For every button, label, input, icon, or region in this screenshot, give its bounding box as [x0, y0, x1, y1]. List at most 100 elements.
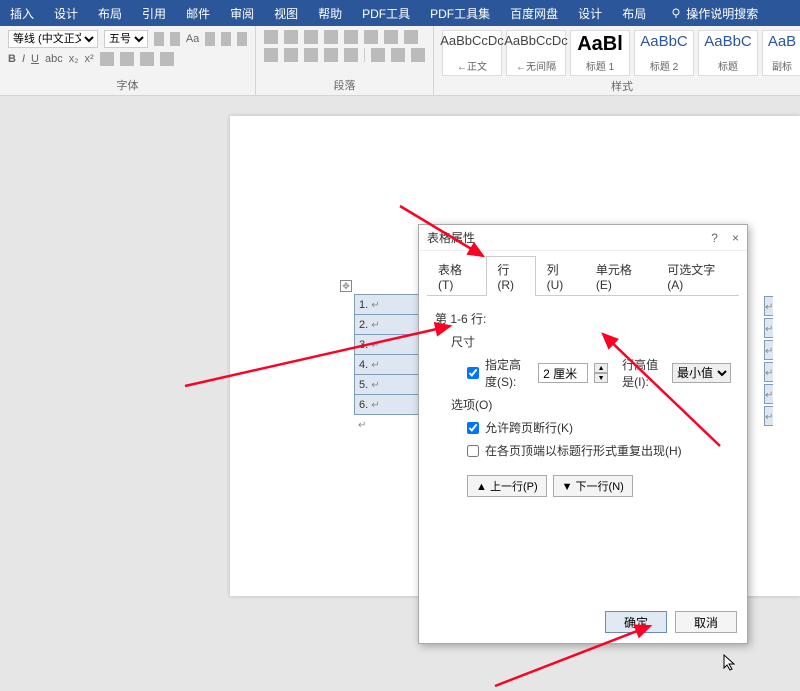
allow-break-checkbox[interactable]: [467, 422, 479, 434]
table-move-handle[interactable]: ✥: [340, 280, 352, 292]
text-effects-icon[interactable]: [100, 52, 114, 66]
menu-review[interactable]: 审阅: [220, 0, 264, 26]
char-shading-icon[interactable]: [160, 52, 174, 66]
dialog-titlebar[interactable]: 表格属性 ? ×: [419, 225, 747, 251]
tab-alt-text[interactable]: 可选文字(A): [656, 256, 739, 296]
document-area: ✥ 1. ↵ 2. ↵ 3. ↵ 4. ↵ 5. ↵ 6. ↵ ↵ ↵↵↵↵↵↵…: [0, 96, 800, 595]
numbering-icon[interactable]: [284, 30, 298, 44]
next-row-button[interactable]: ▼ 下一行(N): [553, 475, 633, 497]
align-center-icon[interactable]: [284, 48, 298, 62]
group-font: 等线 (中文正文) 五号 Aa B I U abc x₂ x²: [0, 26, 256, 95]
ok-button[interactable]: 确定: [605, 611, 667, 633]
cancel-button[interactable]: 取消: [675, 611, 737, 633]
style-heading1[interactable]: AaBl标题 1: [570, 30, 630, 76]
phonetic-guide-icon[interactable]: [221, 32, 231, 46]
superscript-button[interactable]: x²: [85, 53, 94, 65]
align-right-icon[interactable]: [304, 48, 318, 62]
allow-break-label: 允许跨页断行(K): [485, 419, 573, 436]
menu-design-2[interactable]: 设计: [568, 0, 612, 26]
tell-me-label: 操作说明搜索: [686, 5, 758, 22]
borders-icon[interactable]: [411, 48, 425, 62]
style-heading2[interactable]: AaBbC标题 2: [634, 30, 694, 76]
menu-help[interactable]: 帮助: [308, 0, 352, 26]
menu-design[interactable]: 设计: [44, 0, 88, 26]
subscript-button[interactable]: x₂: [69, 53, 79, 65]
menu-layout[interactable]: 布局: [88, 0, 132, 26]
table-properties-dialog: 表格属性 ? × 表格(T) 行(R) 列(U) 单元格(E) 可选文字(A) …: [418, 224, 748, 644]
tab-column[interactable]: 列(U): [536, 256, 585, 296]
menu-bar: 插入 设计 布局 引用 邮件 审阅 视图 帮助 PDF工具 PDF工具集 百度网…: [0, 0, 800, 26]
group-styles-label: 样式: [442, 78, 800, 94]
row-height-input[interactable]: [538, 363, 588, 383]
font-size-select[interactable]: 五号: [104, 30, 148, 48]
menu-mailings[interactable]: 邮件: [176, 0, 220, 26]
justify-icon[interactable]: [324, 48, 338, 62]
highlight-icon[interactable]: [120, 52, 134, 66]
menu-pdf-tools[interactable]: PDF工具: [352, 0, 420, 26]
style-title[interactable]: AaBbC标题: [698, 30, 758, 76]
tab-row[interactable]: 行(R): [486, 256, 535, 296]
distribute-icon[interactable]: [344, 48, 358, 62]
group-paragraph-label: 段落: [264, 77, 425, 93]
dialog-help-button[interactable]: ?: [711, 231, 718, 245]
tell-me-search[interactable]: 操作说明搜索: [660, 0, 768, 26]
menu-layout-2[interactable]: 布局: [612, 0, 656, 26]
tab-cell[interactable]: 单元格(E): [585, 256, 656, 296]
decrease-indent-icon[interactable]: [324, 30, 338, 44]
ltr-icon[interactable]: [384, 30, 398, 44]
style-subtitle[interactable]: AaB副标: [762, 30, 800, 76]
menu-references[interactable]: 引用: [132, 0, 176, 26]
style-no-spacing[interactable]: AaBbCcDc←无间隔: [506, 30, 566, 76]
cursor-icon: [723, 654, 737, 672]
font-color-icon[interactable]: [140, 52, 154, 66]
underline-button[interactable]: U: [31, 53, 39, 65]
repeat-header-label: 在各页顶端以标题行形式重复出现(H): [485, 442, 682, 459]
bullets-icon[interactable]: [264, 30, 278, 44]
change-case-icon[interactable]: Aa: [186, 33, 199, 45]
increase-font-icon[interactable]: [154, 32, 164, 46]
rows-range-label: 第 1-6 行:: [435, 310, 731, 327]
increase-indent-icon[interactable]: [344, 30, 358, 44]
bulb-icon: [670, 7, 682, 19]
sort-icon[interactable]: [364, 30, 378, 44]
ribbon: 等线 (中文正文) 五号 Aa B I U abc x₂ x²: [0, 26, 800, 96]
specify-height-checkbox[interactable]: [467, 367, 479, 379]
style-normal[interactable]: AaBbCcDc←正文: [442, 30, 502, 76]
font-name-select[interactable]: 等线 (中文正文): [8, 30, 98, 48]
menu-baidu-netdisk[interactable]: 百度网盘: [500, 0, 568, 26]
repeat-header-checkbox[interactable]: [467, 445, 479, 457]
height-spin-down[interactable]: ▼: [594, 373, 608, 383]
group-font-label: 字体: [8, 77, 247, 93]
group-styles: AaBbCcDc←正文 AaBbCcDc←无间隔 AaBl标题 1 AaBbC标…: [434, 26, 800, 95]
dialog-close-button[interactable]: ×: [732, 231, 739, 245]
strike-button[interactable]: abc: [45, 53, 63, 65]
table-row: 3. ↵: [355, 335, 424, 355]
table[interactable]: ✥ 1. ↵ 2. ↵ 3. ↵ 4. ↵ 5. ↵ 6. ↵ ↵: [354, 294, 424, 433]
clear-format-icon[interactable]: [205, 32, 215, 46]
height-spin-up[interactable]: ▲: [594, 363, 608, 373]
multilevel-icon[interactable]: [304, 30, 318, 44]
bold-button[interactable]: B: [8, 53, 16, 65]
dialog-title: 表格属性: [427, 229, 475, 246]
menu-view[interactable]: 视图: [264, 0, 308, 26]
specify-height-label: 指定高度(S):: [485, 356, 532, 390]
align-left-icon[interactable]: [264, 48, 278, 62]
size-label: 尺寸: [451, 333, 731, 350]
prev-row-button[interactable]: ▲ 上一行(P): [467, 475, 547, 497]
menu-insert[interactable]: 插入: [0, 0, 44, 26]
row-height-is-label: 行高值是(I):: [622, 356, 666, 390]
char-border-icon[interactable]: [237, 32, 247, 46]
table-row: 2. ↵: [355, 315, 424, 335]
line-spacing-icon[interactable]: [371, 48, 385, 62]
menu-pdf-toolset[interactable]: PDF工具集: [420, 0, 500, 26]
show-marks-icon[interactable]: [404, 30, 418, 44]
group-paragraph: 段落: [256, 26, 434, 95]
italic-button[interactable]: I: [22, 53, 25, 65]
tab-table[interactable]: 表格(T): [427, 256, 486, 296]
row-height-mode-select[interactable]: 最小值: [672, 363, 731, 383]
height-spinner: ▲ ▼: [594, 363, 608, 383]
separator: [364, 48, 365, 62]
shading-icon[interactable]: [391, 48, 405, 62]
decrease-font-icon[interactable]: [170, 32, 180, 46]
paragraph-mark-icon: ↵: [358, 420, 366, 431]
